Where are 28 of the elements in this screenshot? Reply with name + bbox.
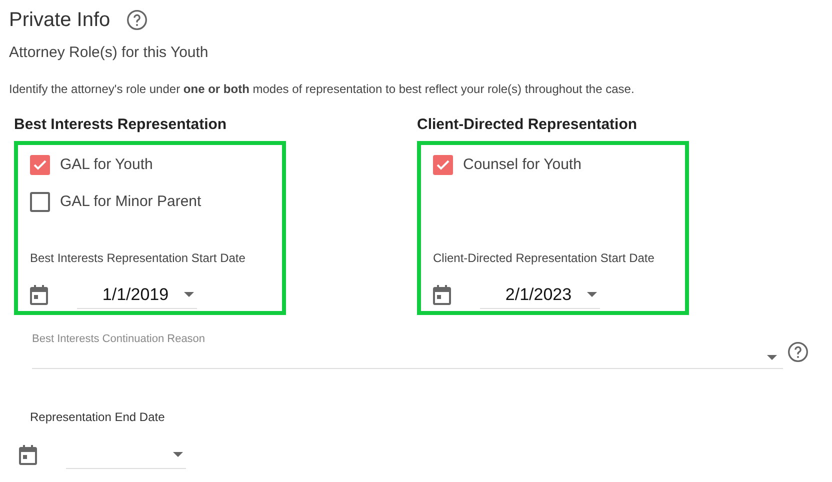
page-title: Private Info [9, 8, 110, 33]
checkbox[interactable] [433, 155, 453, 175]
calendar-icon[interactable] [433, 285, 451, 305]
instructions: Identify the attorney's role under one or both modes of representation to best reflect your role(s) throughout the case. [9, 82, 634, 96]
checkbox[interactable] [30, 155, 50, 175]
column-heading: Client-Directed Representation [417, 115, 638, 135]
caret-icon [587, 292, 597, 297]
checkmark-icon [436, 160, 450, 170]
caret-icon [173, 452, 183, 457]
select-field[interactable]: Best Interests Continuation Reason [32, 331, 783, 369]
date-field[interactable]: 1/1/2019 [77, 281, 197, 309]
calendar-icon[interactable] [30, 285, 48, 305]
checkbox-label[interactable]: GAL for Minor Parent [60, 190, 202, 214]
date-field[interactable]: 2/1/2023 [480, 281, 600, 309]
checkbox[interactable] [30, 192, 50, 212]
field-label: Representation End Date [30, 410, 165, 424]
checkbox-label[interactable]: GAL for Youth [60, 154, 153, 176]
column-heading: Best Interests Representation [14, 115, 228, 135]
help-icon[interactable] [126, 9, 148, 31]
section-subtitle: Attorney Role(s) for this Youth [9, 44, 208, 61]
checkbox-label[interactable]: Counsel for Youth [463, 154, 582, 176]
help-icon[interactable] [787, 341, 809, 363]
caret-icon [184, 292, 194, 297]
field-label: Best Interests Representation Start Date [30, 250, 246, 267]
checkmark-icon [33, 160, 47, 170]
calendar-icon[interactable] [19, 445, 37, 465]
caret-icon [767, 355, 777, 360]
field-label: Client-Directed Representation Start Date [433, 250, 656, 267]
